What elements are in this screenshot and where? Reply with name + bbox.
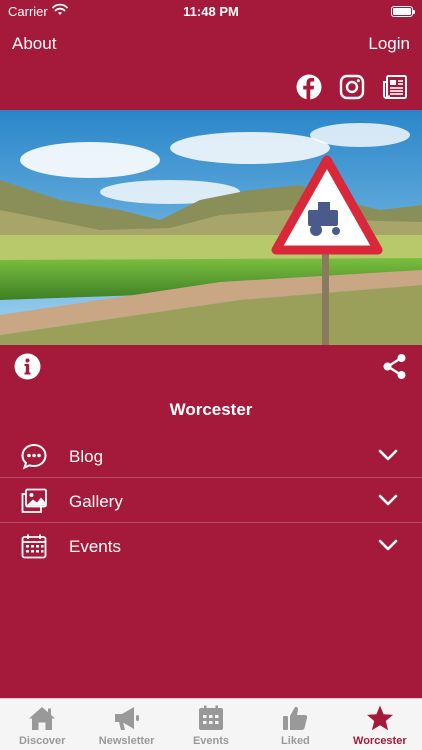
gallery-icon: [21, 488, 47, 513]
tab-label: Worcester: [353, 735, 407, 747]
menu-item-label: Gallery: [69, 492, 123, 511]
tab-liked[interactable]: Liked: [253, 699, 337, 750]
place-title: Worcester: [169, 400, 253, 419]
about-link[interactable]: About: [12, 34, 56, 54]
chat-bubble-icon: [21, 443, 47, 470]
tab-label: Newsletter: [98, 735, 155, 747]
thumbs-up-icon: [283, 706, 308, 730]
tab-newsletter[interactable]: Newsletter: [84, 699, 168, 750]
calendar-icon: [21, 534, 47, 559]
chevron-down-icon: [378, 449, 398, 461]
tab-label: Liked: [281, 735, 310, 747]
menu-item-label: Events: [69, 537, 121, 556]
menu-item-label: Blog: [69, 447, 104, 466]
share-icon[interactable]: [381, 353, 408, 380]
top-nav: About Login: [0, 30, 422, 58]
calendar-icon: [199, 705, 224, 730]
hero-image: [0, 110, 422, 345]
section-menu: Blog Gallery Events: [0, 433, 422, 568]
info-icon[interactable]: [14, 353, 41, 380]
tab-label: Events: [192, 735, 230, 747]
tab-worcester[interactable]: Worcester: [338, 699, 422, 750]
facebook-icon[interactable]: [296, 74, 322, 100]
tab-discover[interactable]: Discover: [0, 699, 84, 750]
tab-events[interactable]: Events: [169, 699, 253, 750]
menu-item-events[interactable]: Events: [0, 523, 422, 568]
menu-item-gallery[interactable]: Gallery: [0, 478, 422, 523]
star-icon: [366, 705, 393, 731]
battery-icon: [391, 6, 415, 17]
newspaper-icon[interactable]: [382, 74, 408, 100]
tab-label: Discover: [18, 735, 66, 747]
house-icon: [29, 707, 56, 730]
info-row: [0, 352, 422, 382]
clock-time: 11:48 PM: [183, 4, 239, 19]
login-link[interactable]: Login: [368, 34, 410, 54]
instagram-icon[interactable]: [339, 74, 365, 100]
menu-item-blog[interactable]: Blog: [0, 433, 422, 478]
tab-bar: Discover Newsletter Events Liked Worcest…: [0, 698, 422, 750]
social-links: [296, 74, 408, 100]
status-bar: Carrier 11:48 PM: [0, 0, 422, 24]
chevron-down-icon: [378, 494, 398, 506]
megaphone-icon: [114, 707, 139, 730]
chevron-down-icon: [378, 539, 398, 551]
